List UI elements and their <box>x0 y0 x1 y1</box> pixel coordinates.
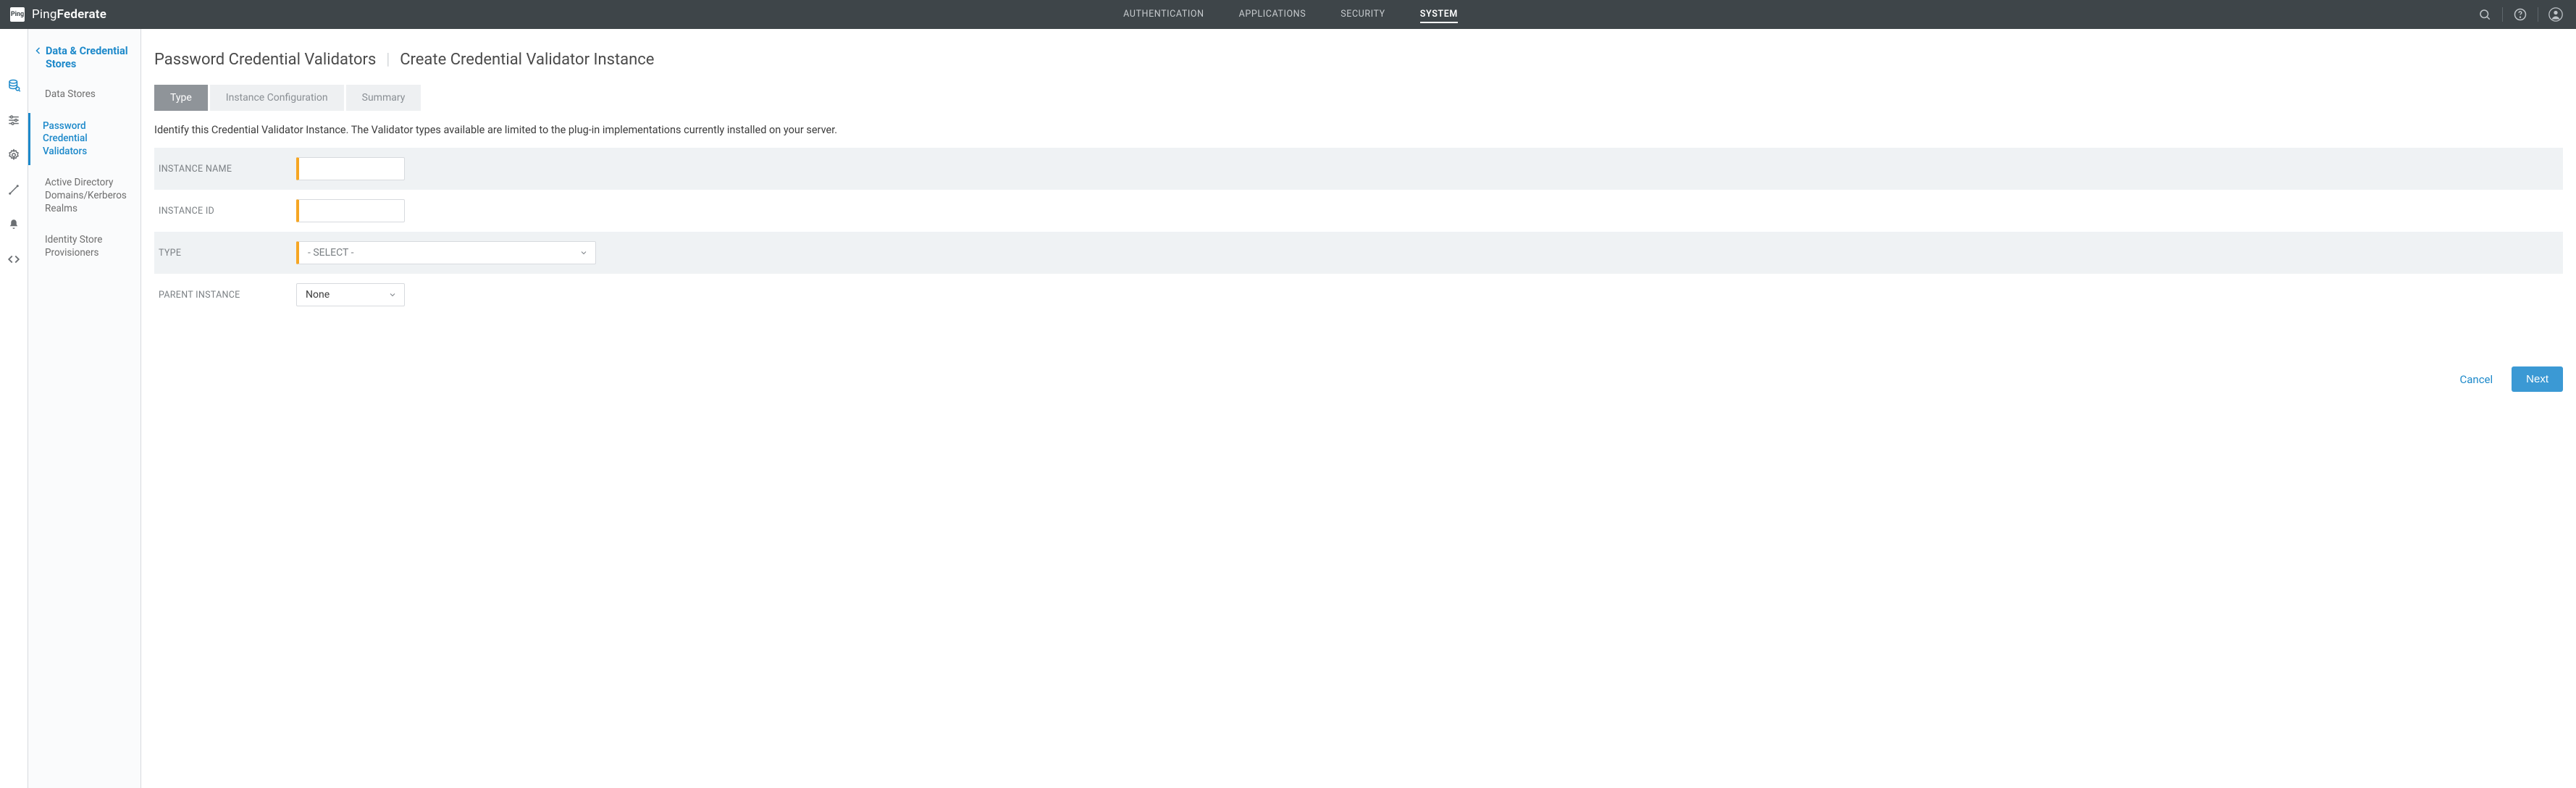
chevron-down-icon <box>579 248 588 257</box>
label-parent-instance: PARENT INSTANCE <box>157 290 296 301</box>
select-parent-instance[interactable]: None <box>296 283 405 306</box>
sidebar-item-ad-kerberos[interactable]: Active Directory Domains/Kerberos Realms <box>28 169 140 222</box>
row-instance-id: INSTANCE ID <box>154 190 2563 232</box>
label-instance-name: INSTANCE NAME <box>157 164 296 175</box>
label-type: TYPE <box>157 248 296 259</box>
input-instance-name[interactable] <box>296 157 405 180</box>
header-separator <box>2502 7 2503 22</box>
tab-type[interactable]: Type <box>154 85 208 111</box>
page-title: Password Credential Validators | Create … <box>154 51 2563 69</box>
tab-summary[interactable]: Summary <box>346 85 421 111</box>
brand-name-suffix: Federate <box>57 7 106 22</box>
brand-name: PingFederate <box>32 7 106 22</box>
nav-applications[interactable]: APPLICATIONS <box>1239 7 1306 23</box>
header-tools <box>2475 4 2566 25</box>
user-icon[interactable] <box>2546 4 2566 25</box>
sidebar-heading: Data & Credential Stores <box>46 45 132 71</box>
icon-rail <box>0 29 28 788</box>
chevron-down-icon <box>388 290 397 299</box>
app-body: Data & Credential Stores Data Stores Pas… <box>0 29 2576 788</box>
help-icon[interactable] <box>2510 4 2530 25</box>
nav-system[interactable]: SYSTEM <box>1420 7 1458 23</box>
nav-security[interactable]: SECURITY <box>1341 7 1385 23</box>
sidebar-back-link[interactable]: Data & Credential Stores <box>28 45 140 77</box>
brand-name-prefix: Ping <box>32 7 57 22</box>
select-parent-value: None <box>306 289 330 301</box>
database-icon[interactable] <box>7 78 21 93</box>
code-icon[interactable] <box>7 252 21 267</box>
brand-logo: Ping <box>10 7 25 22</box>
cancel-button[interactable]: Cancel <box>2459 373 2493 386</box>
breadcrumb-parent: Password Credential Validators <box>154 51 376 69</box>
gear-icon[interactable] <box>7 148 21 162</box>
wizard-tabs: Type Instance Configuration Summary <box>154 85 2563 111</box>
sidebar-item-password-validators[interactable]: Password Credential Validators <box>28 113 140 166</box>
search-icon[interactable] <box>2475 4 2495 25</box>
select-type-value: - SELECT - <box>308 247 353 259</box>
main-content: Password Credential Validators | Create … <box>141 29 2576 788</box>
next-button[interactable]: Next <box>2512 366 2563 392</box>
bell-icon[interactable] <box>7 217 21 232</box>
sidebar-item-data-stores[interactable]: Data Stores <box>28 81 140 109</box>
wizard-actions: Cancel Next <box>154 366 2563 392</box>
sidebar: Data & Credential Stores Data Stores Pas… <box>28 29 141 788</box>
breadcrumb-current: Create Credential Validator Instance <box>400 51 654 69</box>
row-instance-name: INSTANCE NAME <box>154 148 2563 190</box>
input-instance-id[interactable] <box>296 199 405 222</box>
sidebar-item-identity-provisioners[interactable]: Identity Store Provisioners <box>28 227 140 267</box>
form: INSTANCE NAME INSTANCE ID TYPE - SELECT … <box>154 148 2563 316</box>
label-instance-id: INSTANCE ID <box>157 206 296 217</box>
brand: Ping PingFederate <box>10 7 106 22</box>
page-description: Identify this Credential Validator Insta… <box>154 124 2563 136</box>
tab-instance-configuration[interactable]: Instance Configuration <box>210 85 344 111</box>
row-type: TYPE - SELECT - <box>154 232 2563 274</box>
row-parent-instance: PARENT INSTANCE None <box>154 274 2563 316</box>
nav-authentication[interactable]: AUTHENTICATION <box>1123 7 1204 23</box>
breadcrumb-separator: | <box>386 51 390 69</box>
select-type[interactable]: - SELECT - <box>296 241 596 264</box>
top-nav: AUTHENTICATION APPLICATIONS SECURITY SYS… <box>106 7 2475 23</box>
tools-icon[interactable] <box>7 183 21 197</box>
sliders-icon[interactable] <box>7 113 21 127</box>
app-header: Ping PingFederate AUTHENTICATION APPLICA… <box>0 0 2576 29</box>
